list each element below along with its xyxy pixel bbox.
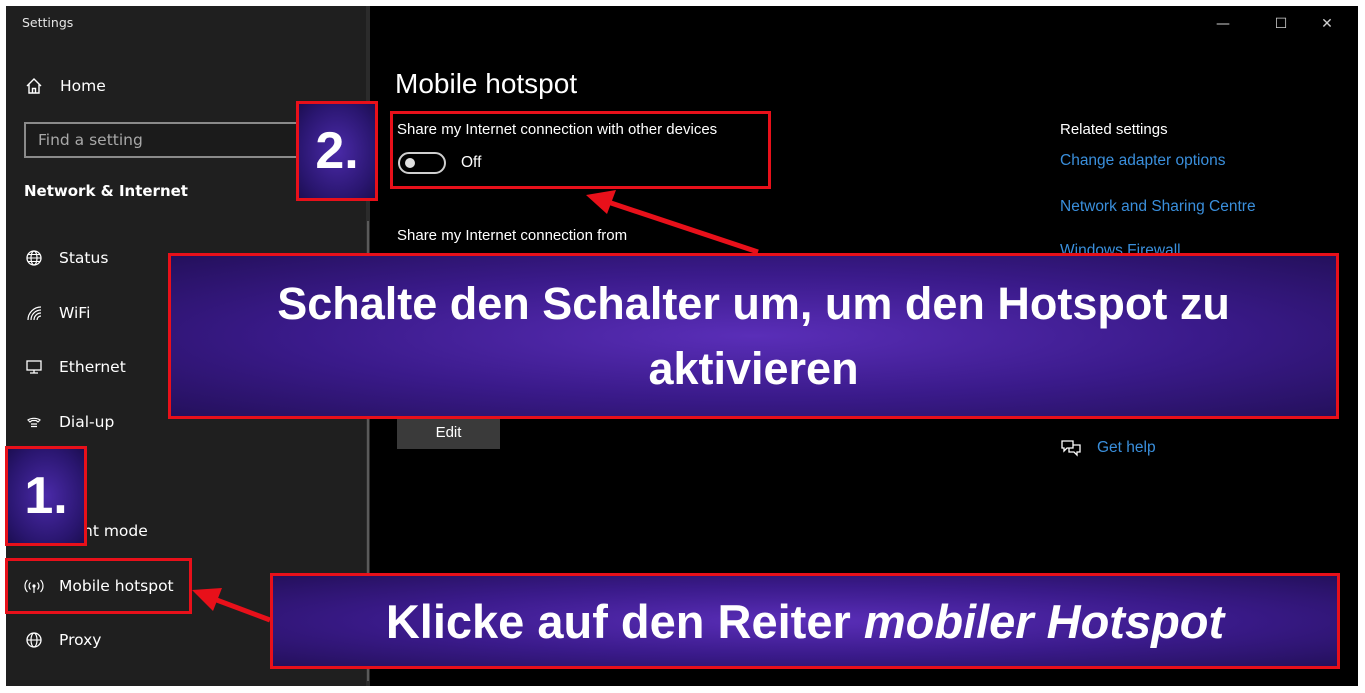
window-title: Settings [22,15,74,30]
related-settings-title: Related settings [1060,121,1168,138]
sidebar-item-dialup[interactable]: Dial-up [24,408,114,436]
get-help-label: Get help [1097,439,1156,456]
sidebar-item-label: Status [59,249,109,267]
toggle-instruction-callout: Schalte den Schalter um, um den Hotspot … [168,253,1339,419]
share-from-label: Share my Internet connection from [397,227,628,244]
tab-instruction-prefix: Klicke auf den Reiter [385,594,864,648]
mobile-hotspot-highlight-box [5,558,192,614]
change-adapter-options-link[interactable]: Change adapter options [1060,152,1225,170]
sidebar-item-label: ht mode [83,522,148,540]
sidebar-item-label: Home [60,77,106,95]
ethernet-icon [24,357,44,377]
sidebar-item-status[interactable]: Status [24,244,108,272]
minimize-icon: — [1216,16,1230,32]
sidebar-item-label: Proxy [59,631,102,649]
tab-instruction-callout: Klicke auf den Reiter mobiler Hotspot [270,573,1340,669]
sidebar-item-home[interactable]: Home [24,74,106,98]
step-2-badge: 2. [296,101,378,201]
tab-instruction-text: Klicke auf den Reiter mobiler Hotspot [386,594,1224,649]
sidebar-item-ethernet[interactable]: Ethernet [24,353,126,381]
minimize-button[interactable]: — [1200,14,1246,34]
sidebar-item-proxy[interactable]: Proxy [24,626,101,654]
page-title: Mobile hotspot [395,68,578,99]
sidebar-item-wifi[interactable]: WiFi [24,299,90,327]
step-2-label: 2. [315,122,359,180]
toggle-highlight-box [390,111,771,189]
edit-button[interactable]: Edit [397,416,500,449]
close-icon: ✕ [1321,16,1333,32]
sidebar-item-label: Ethernet [59,358,126,376]
globe-icon [24,248,44,268]
chat-help-icon [1060,438,1082,458]
wifi-icon [24,303,44,323]
network-sharing-centre-link[interactable]: Network and Sharing Centre [1060,198,1256,216]
section-title: Network & Internet [24,182,188,200]
get-help-link[interactable]: Get help [1060,438,1156,458]
proxy-globe-icon [24,630,44,650]
sidebar-item-label: Dial-up [59,413,115,431]
close-button[interactable]: ✕ [1304,14,1350,34]
sidebar-item-label: WiFi [59,304,91,322]
maximize-icon: ☐ [1274,16,1288,32]
step-1-label: 1. [24,467,68,525]
sidebar-item-airplane-mode[interactable]: ht mode [83,517,148,545]
home-icon [24,76,44,96]
maximize-button[interactable]: ☐ [1258,14,1304,34]
step-1-badge: 1. [5,446,87,546]
tab-instruction-emphasis: mobiler Hotspot [863,594,1225,648]
toggle-instruction-text: Schalte den Schalter um, um den Hotspot … [277,277,1230,394]
dialup-icon [24,412,44,432]
